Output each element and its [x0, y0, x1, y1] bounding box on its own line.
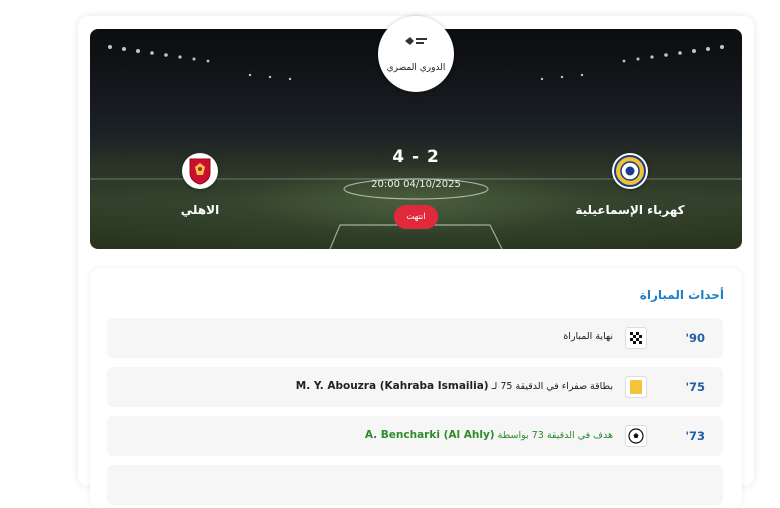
- away-team[interactable]: كهرباء الإسماعيلية: [570, 153, 690, 217]
- event-minute: '90: [685, 331, 705, 345]
- away-team-logo: [612, 153, 648, 189]
- yellow-card-icon: [625, 376, 647, 398]
- away-team-name: كهرباء الإسماعيلية: [575, 203, 685, 217]
- home-team[interactable]: الاهلي: [140, 153, 260, 217]
- match-score: 4 - 2: [392, 147, 440, 167]
- event-player: A. Bencharki (Al Ahly): [364, 429, 495, 441]
- match-card: الاهلي كهرباء الإسماعيلية 4 - 2 20:00 04…: [78, 16, 754, 508]
- home-team-logo: [182, 153, 218, 189]
- soccer-ball-icon: [625, 425, 647, 447]
- status-badge: انتهت: [394, 205, 438, 229]
- event-description: بطاقة صفراء في الدقيقة 75 لـ: [491, 381, 613, 392]
- event-description: هدف في الدقيقة 73 بواسطة: [497, 430, 613, 441]
- event-player: M. Y. Abouzra (Kahraba Ismailia): [295, 380, 489, 392]
- event-minute: '73: [685, 429, 705, 443]
- event-text: بطاقة صفراء في الدقيقة 75 لـ M. Y. Abouz…: [296, 380, 613, 392]
- club-crest-icon: [614, 155, 646, 187]
- event-minute: '75: [685, 380, 705, 394]
- event-row[interactable]: '75 بطاقة صفراء في الدقيقة 75 لـ M. Y. A…: [107, 367, 723, 407]
- event-text: هدف في الدقيقة 73 بواسطة A. Bencharki (A…: [365, 429, 613, 441]
- match-events-panel: أحداث المباراة '90 نهاية المباراة '75 بط…: [90, 268, 742, 508]
- event-description: نهاية المباراة: [563, 331, 613, 342]
- checkered-flag-icon: [625, 327, 647, 349]
- match-datetime: 20:00 04/10/2025: [371, 179, 461, 190]
- league-name: الدوري المصري: [386, 63, 446, 73]
- event-row[interactable]: '90 نهاية المباراة: [107, 318, 723, 358]
- event-row[interactable]: '73 هدف في الدقيقة 73 بواسطة A. Benchark…: [107, 416, 723, 456]
- league-logo-icon: [403, 35, 429, 49]
- league-badge[interactable]: الدوري المصري: [378, 16, 454, 92]
- home-team-name: الاهلي: [180, 203, 220, 217]
- events-title: أحداث المباراة: [639, 288, 724, 302]
- event-row[interactable]: [107, 465, 723, 505]
- event-text: نهاية المباراة: [563, 331, 613, 342]
- eagle-crest-icon: [189, 158, 211, 185]
